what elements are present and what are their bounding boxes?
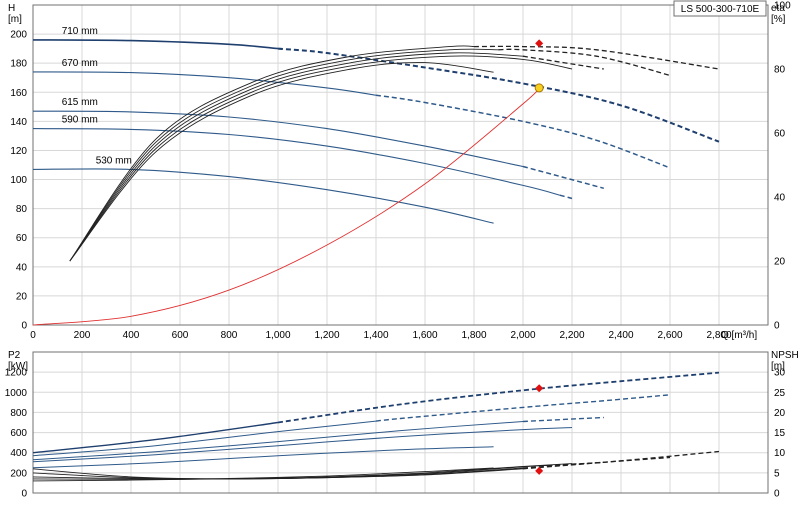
- x-tick-label: 1,800: [461, 330, 486, 341]
- y-tick-label: 100: [10, 175, 27, 186]
- y2-tick-label: 0: [774, 321, 780, 332]
- x-tick-label: 2,400: [608, 330, 633, 341]
- y2-tick-label: 25: [774, 388, 786, 399]
- chart-title: LS 500-300-710E: [681, 4, 760, 15]
- x-tick-label: 800: [221, 330, 238, 341]
- y-tick-label: 0: [21, 321, 27, 332]
- efficiency-curve: [69, 45, 720, 262]
- efficiency-curve-dashed: [498, 48, 671, 77]
- y2-tick-label: 20: [774, 408, 786, 419]
- x-tick-label: 0: [30, 330, 36, 341]
- y2-tick-label: 0: [774, 489, 780, 500]
- y2-tick-label: 80: [774, 65, 786, 76]
- x-tick-label: 1,200: [314, 330, 339, 341]
- x-tick-label: 1,400: [363, 330, 388, 341]
- head-curve-solid: [32, 39, 279, 50]
- y-tick-label: 160: [10, 88, 27, 99]
- power-curve-dashed: [277, 371, 720, 424]
- pump-curve-svg: 0204060801001201401601802000204060801000…: [5, 0, 799, 500]
- x-tick-label: 200: [74, 330, 91, 341]
- y-tick-label: 200: [10, 30, 27, 41]
- head-curve-label: 530 mm: [96, 155, 132, 166]
- x-tick-label: 2,600: [657, 330, 682, 341]
- y-axis-unit: [m]: [8, 14, 22, 25]
- head-curve-label: 670 mm: [62, 58, 98, 69]
- head-curve: [32, 110, 604, 190]
- head-curve-solid: [32, 71, 377, 96]
- y-tick-label: 0: [21, 489, 27, 500]
- y-tick-label: 40: [16, 262, 28, 273]
- y2-axis-label: eta: [771, 3, 785, 14]
- y2-tick-label: 60: [774, 129, 786, 140]
- y-tick-label: 800: [10, 408, 27, 419]
- y-axis-label: H: [8, 3, 15, 14]
- x-tick-label: 400: [123, 330, 140, 341]
- y-tick-label: 1000: [5, 388, 28, 399]
- efficiency-curve: [69, 48, 671, 262]
- head-curve-dashed: [522, 165, 604, 190]
- y2-tick-label: 10: [774, 448, 786, 459]
- x-tick-label: 2,200: [559, 330, 584, 341]
- plot-frame: [32, 351, 769, 494]
- x-tick-label: 1,000: [265, 330, 290, 341]
- head-curve-label: 710 mm: [62, 26, 98, 37]
- y-tick-label: 20: [16, 291, 28, 302]
- p2-axis-label: P2: [8, 350, 21, 361]
- x-tick-label: 1,600: [412, 330, 437, 341]
- npsh-axis-label: NPSH: [771, 350, 799, 361]
- power-curve: [32, 394, 671, 457]
- x-tick-label: 600: [172, 330, 189, 341]
- head-curve-dashed: [277, 47, 720, 143]
- duty-point-marker: [534, 83, 544, 93]
- head-curve-label: 615 mm: [62, 97, 98, 108]
- power-curve-solid: [32, 420, 377, 457]
- y2-tick-label: 5: [774, 468, 780, 479]
- npsh-axis-unit: [m]: [771, 361, 785, 372]
- pump-curve-chart: 0 20 40 60 80 100 120 140 160 180 200 0 20 40 60 80 100 0…: [0, 0, 800, 520]
- y2-tick-label: 40: [774, 193, 786, 204]
- head-curve-label: 590 mm: [62, 115, 98, 126]
- p2-axis-unit: [kW]: [8, 361, 28, 372]
- y-tick-label: 80: [16, 204, 28, 215]
- y2-tick-label: 15: [774, 428, 786, 439]
- y-tick-label: 180: [10, 59, 27, 70]
- y-tick-label: 400: [10, 448, 27, 459]
- x-tick-label: 2,000: [510, 330, 535, 341]
- y-tick-label: 60: [16, 233, 28, 244]
- y-tick-label: 140: [10, 117, 27, 128]
- y2-tick-label: 20: [774, 257, 786, 268]
- y-tick-label: 200: [10, 468, 27, 479]
- power-curve-dashed: [522, 416, 604, 423]
- head-curve: [32, 71, 671, 169]
- head-curve-dashed: [559, 194, 573, 200]
- power-marker: [535, 384, 544, 393]
- npsh-marker: [535, 466, 544, 475]
- x-axis-label: Q [m³/h]: [721, 330, 757, 341]
- y-tick-label: 120: [10, 146, 27, 157]
- y-tick-label: 600: [10, 428, 27, 439]
- y2-axis-unit: [%]: [771, 14, 786, 25]
